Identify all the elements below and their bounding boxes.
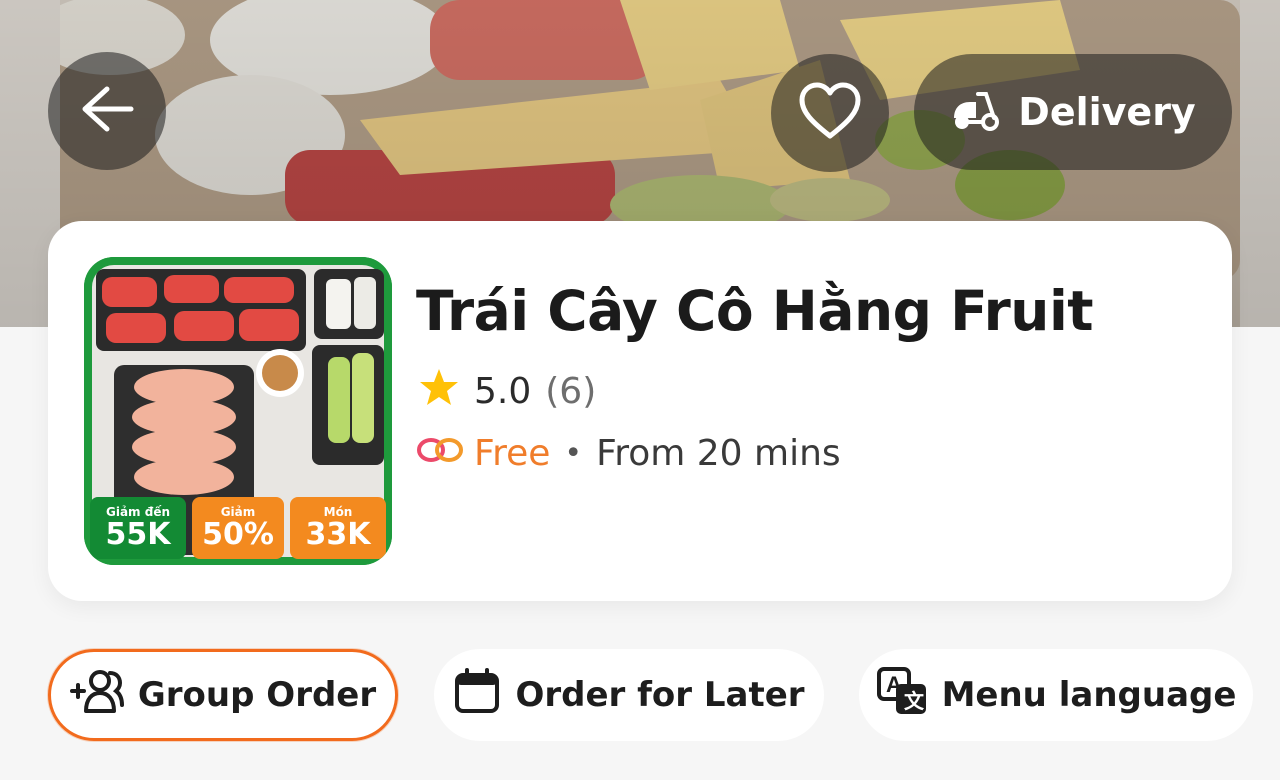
svg-text:文: 文 [904, 689, 925, 713]
menu-language-label: Menu language [941, 675, 1237, 715]
store-name: Trái Cây Cô Hằng Fruit [416, 279, 1094, 343]
menu-language-button[interactable]: A 文 Menu language [859, 649, 1253, 741]
delivery-fee: Free [474, 433, 551, 474]
star-icon [418, 367, 460, 416]
arrow-left-icon [79, 85, 135, 137]
badge-value: 33K [305, 517, 371, 552]
order-for-later-label: Order for Later [515, 675, 805, 715]
group-order-label: Group Order [137, 675, 377, 715]
delivery-mode-button[interactable]: Delivery [914, 54, 1232, 170]
rating-row[interactable]: 5.0 (6) [418, 367, 596, 416]
badge-value: 55K [105, 517, 171, 552]
heart-icon [798, 82, 862, 144]
badge-discount-up-to: Giảm đến 55K [90, 497, 186, 559]
translate-icon: A 文 [876, 666, 928, 725]
separator-dot: • [564, 436, 583, 471]
rating-count: (6) [545, 371, 597, 412]
rating-value: 5.0 [474, 371, 532, 412]
store-info-card: Giảm đến 55K Giảm 50% Món 33K Trái Cây C… [48, 221, 1232, 601]
back-button[interactable] [48, 52, 166, 170]
badge-item-price: Món 33K [290, 497, 386, 559]
delivery-eta: From 20 mins [596, 433, 841, 474]
order-for-later-button[interactable]: Order for Later [434, 649, 824, 741]
calendar-icon [453, 667, 501, 724]
delivery-info-row: Free • From 20 mins [416, 433, 841, 474]
group-order-button[interactable]: Group Order [48, 649, 398, 741]
badge-value: 50% [202, 517, 274, 552]
delivery-label: Delivery [1018, 90, 1196, 134]
favorite-button[interactable] [771, 54, 889, 172]
add-group-icon [69, 667, 124, 724]
free-delivery-icon [416, 433, 464, 474]
badge-discount-percent: Giảm 50% [192, 497, 284, 559]
scooter-icon [950, 88, 1002, 136]
store-thumbnail[interactable]: Giảm đến 55K Giảm 50% Món 33K [84, 257, 392, 565]
